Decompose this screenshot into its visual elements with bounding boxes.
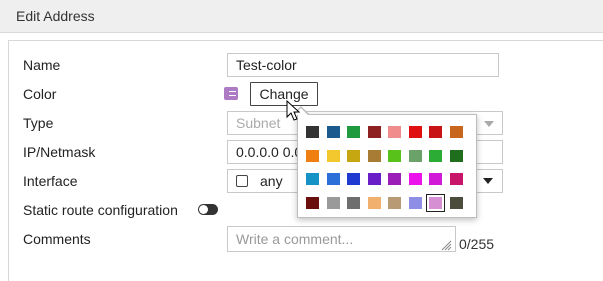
mouse-cursor-icon — [286, 100, 301, 121]
color-swatch[interactable] — [306, 126, 319, 138]
static-route-label: Static route configuration — [23, 202, 178, 218]
color-swatch[interactable] — [326, 126, 340, 138]
interface-label: Interface — [23, 173, 78, 189]
color-swatch[interactable] — [429, 126, 442, 138]
type-label: Type — [23, 115, 54, 131]
color-swatch[interactable] — [306, 196, 319, 209]
color-swatch[interactable] — [367, 173, 381, 185]
color-palette-popup — [297, 114, 477, 218]
color-label: Color — [23, 86, 57, 102]
chevron-down-icon — [484, 121, 494, 127]
color-swatch[interactable] — [306, 173, 319, 185]
interface-value: any — [260, 173, 283, 189]
type-value: Subnet — [236, 115, 281, 131]
dialog-title: Edit Address — [16, 8, 95, 24]
name-label: Name — [23, 57, 61, 73]
dialog-title-bar: Edit Address — [0, 0, 603, 33]
comments-label: Comments — [23, 231, 91, 247]
color-preview-icon — [224, 87, 238, 100]
color-swatch[interactable] — [408, 173, 422, 185]
color-swatch[interactable] — [408, 126, 422, 138]
color-swatch[interactable] — [429, 149, 442, 162]
color-swatch[interactable] — [326, 173, 340, 185]
chevron-down-icon[interactable] — [483, 178, 493, 184]
color-swatch[interactable] — [449, 173, 463, 185]
color-swatch[interactable] — [426, 193, 445, 212]
color-swatch[interactable] — [429, 173, 442, 185]
color-swatch[interactable] — [449, 196, 463, 209]
color-swatch[interactable] — [326, 149, 340, 162]
static-route-toggle[interactable] — [198, 204, 218, 215]
interface-checkbox[interactable] — [236, 175, 248, 187]
name-input[interactable] — [227, 53, 499, 77]
color-swatch[interactable] — [449, 149, 463, 162]
comments-textarea[interactable]: Write a comment... — [227, 226, 456, 252]
color-swatch[interactable] — [388, 149, 401, 162]
color-swatch[interactable] — [347, 126, 360, 138]
color-swatch[interactable] — [388, 126, 401, 138]
toggle-knob — [199, 205, 208, 214]
ip-netmask-label: IP/Netmask — [23, 144, 96, 160]
color-swatch[interactable] — [367, 196, 381, 209]
color-swatch[interactable] — [388, 196, 401, 209]
color-swatch[interactable] — [367, 126, 381, 138]
color-swatch[interactable] — [449, 126, 463, 138]
resize-grip-icon[interactable] — [440, 239, 452, 251]
color-swatch[interactable] — [367, 149, 381, 162]
color-swatch[interactable] — [347, 149, 360, 162]
comments-counter: 0/255 — [459, 236, 495, 252]
color-swatch[interactable] — [347, 173, 360, 185]
color-swatch[interactable] — [306, 149, 319, 162]
color-swatch[interactable] — [388, 173, 401, 185]
color-swatch[interactable] — [326, 196, 340, 209]
color-swatch[interactable] — [347, 196, 360, 209]
change-color-button[interactable]: Change — [250, 82, 318, 106]
color-swatch[interactable] — [408, 196, 422, 209]
color-swatch[interactable] — [408, 149, 422, 162]
